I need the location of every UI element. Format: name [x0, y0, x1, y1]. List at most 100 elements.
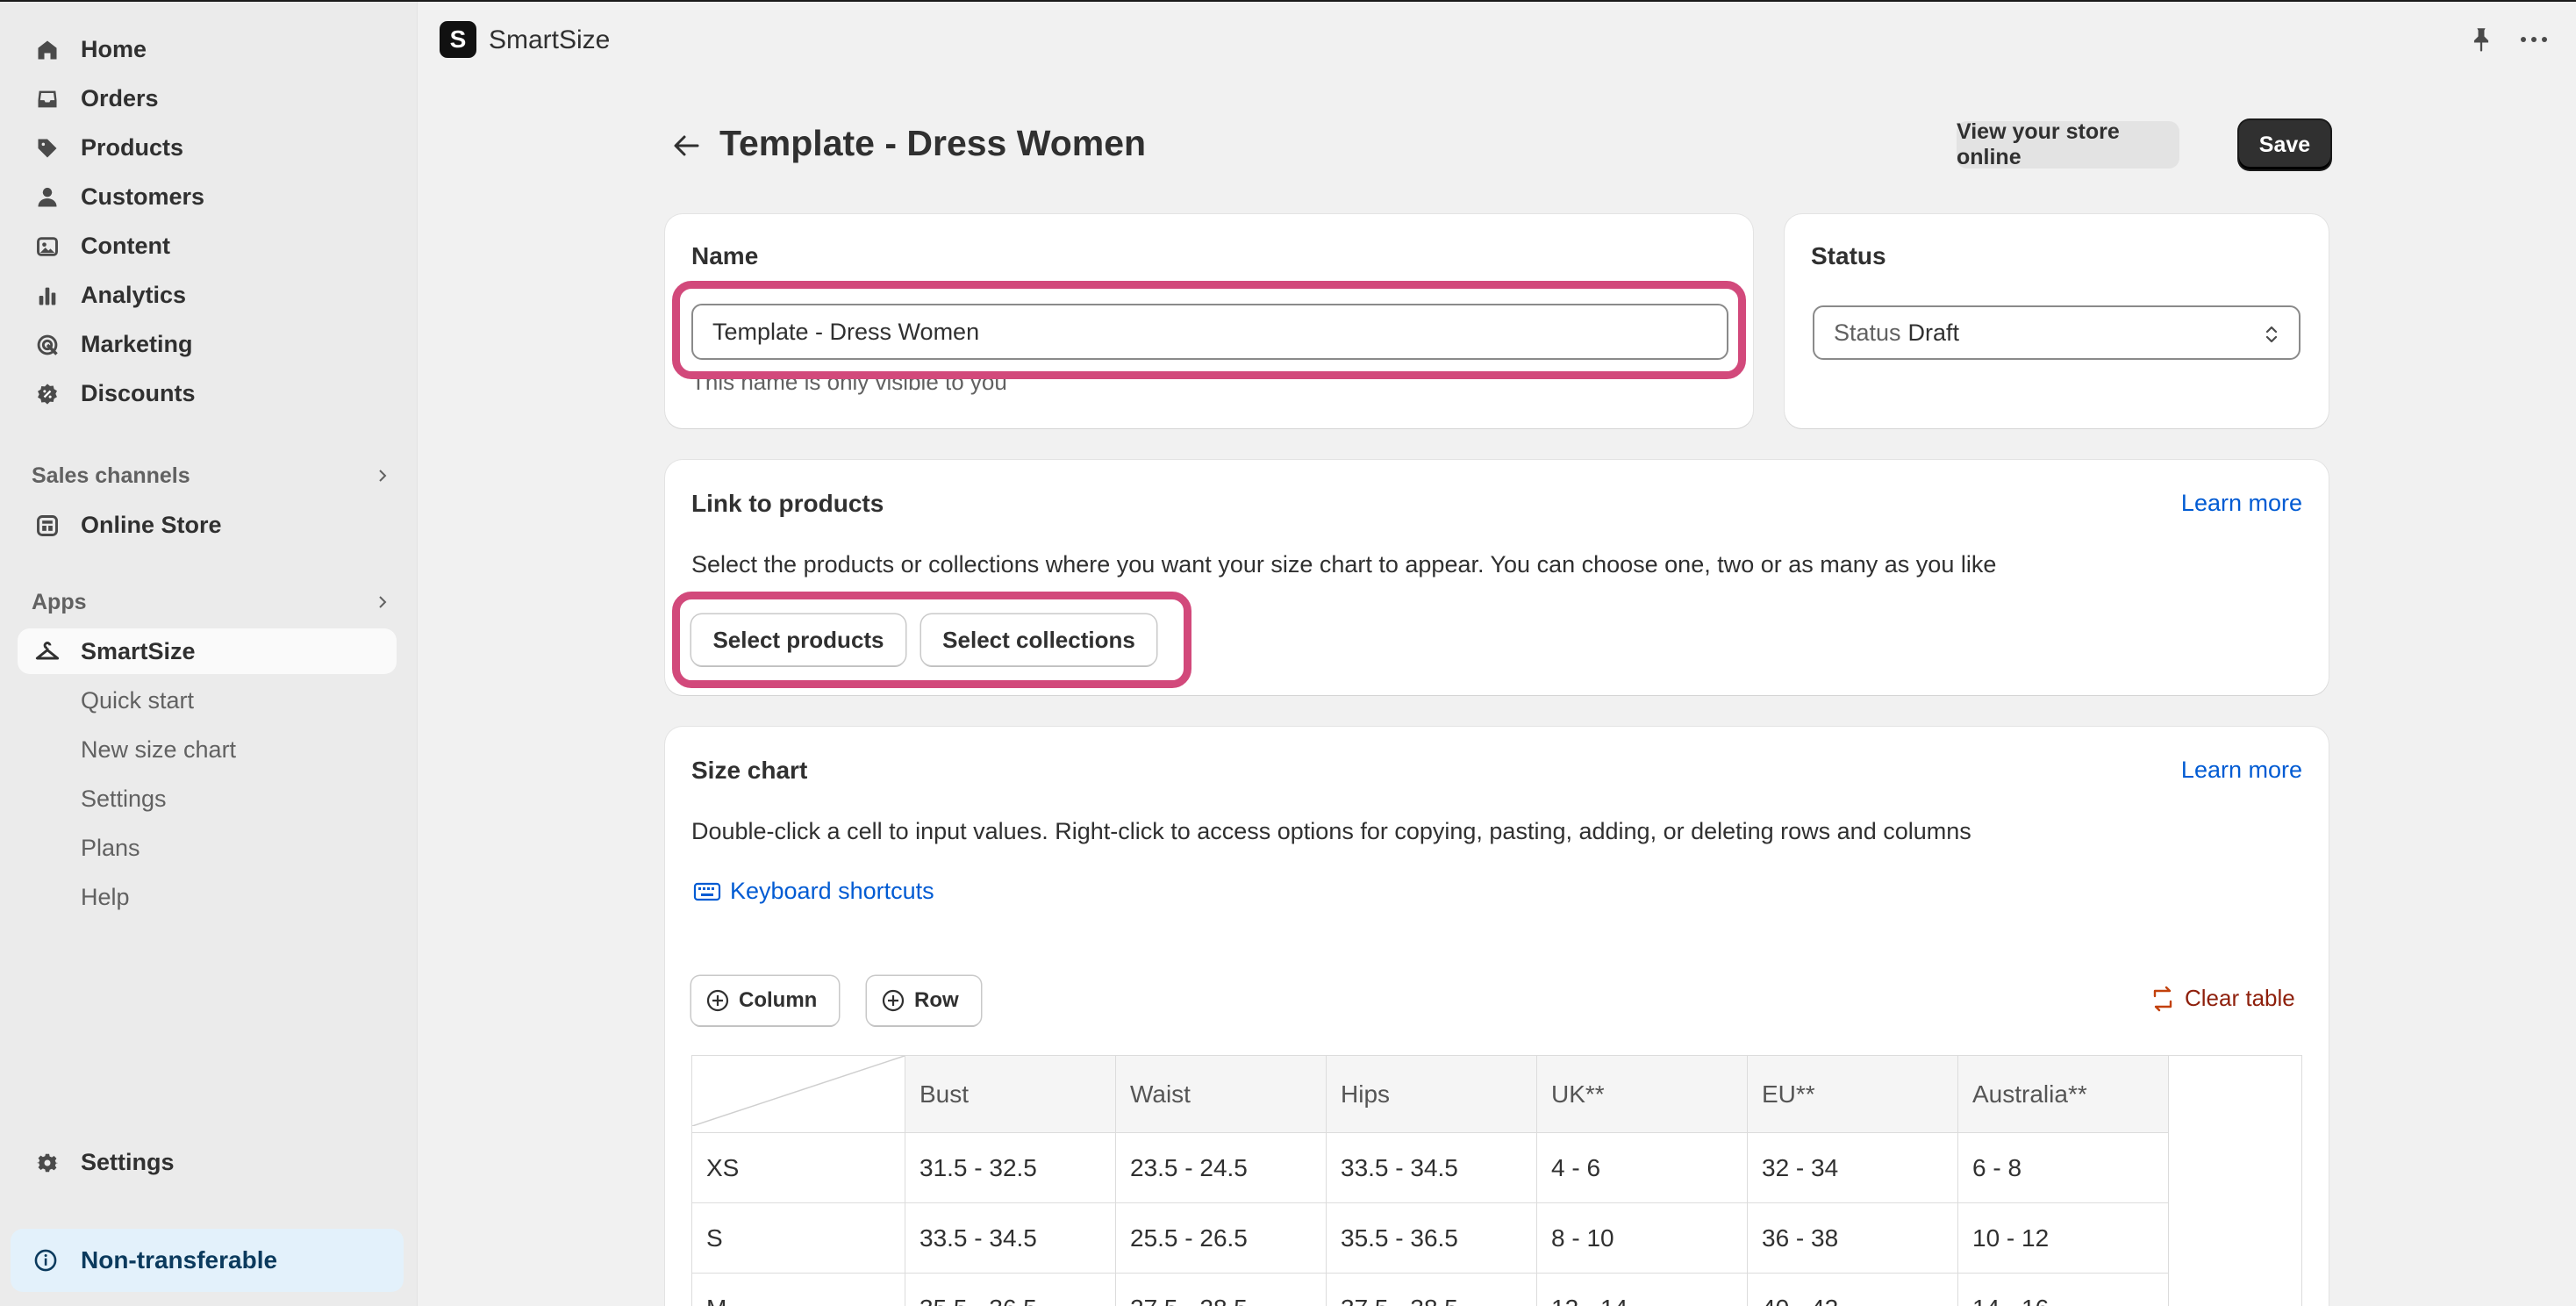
keyboard-shortcuts-link[interactable]: Keyboard shortcuts	[693, 878, 934, 905]
add-column-button[interactable]: Column	[691, 976, 839, 1025]
column-header[interactable]: Hips	[1326, 1055, 1537, 1133]
table-cell[interactable]: 35.5 - 36.5	[1326, 1202, 1537, 1274]
size-chart-description: Double-click a cell to input values. Rig…	[691, 818, 1971, 844]
sidebar-item-new-size-chart[interactable]: New size chart	[18, 727, 397, 772]
keyboard-shortcuts-label: Keyboard shortcuts	[730, 878, 934, 904]
table-cell[interactable]: 37.5 - 38.5	[1326, 1273, 1537, 1306]
apps-header[interactable]: Apps	[32, 585, 391, 620]
chevron-right-icon	[379, 596, 387, 608]
discount-icon	[38, 384, 57, 405]
table-cell[interactable]: 35.5 - 36.5	[905, 1273, 1116, 1306]
back-button[interactable]	[667, 128, 705, 163]
table-corner-cell	[691, 1055, 905, 1133]
sidebar-item-online-store[interactable]: Online Store	[18, 502, 397, 548]
non-transferable-label: Non-transferable	[81, 1246, 278, 1274]
keyboard-icon	[693, 882, 721, 901]
status-select[interactable]: Status Draft	[1813, 305, 2301, 360]
link-products-description: Select the products or collections where…	[691, 551, 1997, 578]
column-header[interactable]: Australia**	[1957, 1055, 2169, 1133]
size-chart-learn-more[interactable]: Learn more	[2181, 757, 2302, 784]
sidebar-item-discounts[interactable]: Discounts	[18, 370, 397, 416]
clear-table-button[interactable]: Clear table	[2150, 985, 2295, 1012]
status-card-title: Status	[1811, 242, 1886, 269]
sidebar-item-marketing[interactable]: Marketing	[18, 321, 397, 367]
table-cell[interactable]: 6 - 8	[1957, 1132, 2169, 1203]
chevron-up-down-icon	[2265, 326, 2278, 343]
table-cell[interactable]: 23.5 - 24.5	[1115, 1132, 1327, 1203]
size-chart-title: Size chart	[691, 757, 808, 784]
table-cell[interactable]: 40 - 42	[1747, 1273, 1958, 1306]
add-row-label: Row	[914, 988, 959, 1012]
add-row-button[interactable]: Row	[867, 976, 981, 1025]
row-header[interactable]: S	[691, 1202, 905, 1274]
link-products-title: Link to products	[691, 490, 884, 517]
sidebar-item-home[interactable]: Home	[18, 26, 397, 72]
sidebar-item-label: Settings	[81, 785, 167, 812]
table-cell[interactable]: 4 - 6	[1536, 1132, 1748, 1203]
sidebar-item-products[interactable]: Products	[18, 125, 397, 170]
sidebar-item-label: Products	[81, 133, 184, 161]
table-cell[interactable]: 25.5 - 26.5	[1115, 1202, 1327, 1274]
tag-icon	[38, 139, 57, 158]
status-select-prefix: Status	[1834, 319, 1901, 346]
sidebar-item-plans[interactable]: Plans	[18, 825, 397, 871]
table-cell[interactable]: 10 - 12	[1957, 1202, 2169, 1274]
column-header[interactable]: Waist	[1115, 1055, 1327, 1133]
table-cell[interactable]: 12 - 14	[1536, 1273, 1748, 1306]
page-title: Template - Dress Women	[719, 123, 1147, 163]
sidebar-item-app-settings[interactable]: Settings	[18, 776, 397, 822]
sidebar-item-content[interactable]: Content	[18, 223, 397, 269]
table-cell[interactable]: 36 - 38	[1747, 1202, 1958, 1274]
table-row: XS 31.5 - 32.5 23.5 - 24.5 33.5 - 34.5 4…	[691, 1132, 2169, 1203]
table-cell[interactable]: 33.5 - 34.5	[905, 1202, 1116, 1274]
save-button[interactable]: Save	[2239, 120, 2330, 169]
sidebar-item-settings[interactable]: Settings	[18, 1139, 397, 1185]
sidebar-item-label: Home	[81, 35, 147, 62]
more-options-icon[interactable]	[2518, 28, 2550, 51]
status-select-value: Draft	[1907, 319, 1960, 346]
sidebar-item-customers[interactable]: Customers	[18, 174, 397, 219]
size-chart-table: Bust Waist Hips UK** EU** Australia** XS…	[691, 1055, 2169, 1306]
table-cell[interactable]: 27.5 - 28.5	[1115, 1273, 1327, 1306]
app-logo: S	[440, 21, 476, 58]
sidebar-item-label: Content	[81, 232, 170, 259]
sidebar-item-orders[interactable]: Orders	[18, 75, 397, 121]
sidebar-item-help[interactable]: Help	[18, 874, 397, 920]
admin-sidebar: Home Orders Products Customers Content A…	[0, 2, 418, 1306]
link-products-learn-more[interactable]: Learn more	[2181, 490, 2302, 517]
table-cell[interactable]: 31.5 - 32.5	[905, 1132, 1116, 1203]
table-cell[interactable]: 8 - 10	[1536, 1202, 1748, 1274]
table-cell[interactable]: 32 - 34	[1747, 1132, 1958, 1203]
sidebar-item-quick-start[interactable]: Quick start	[18, 678, 397, 723]
sidebar-item-label: Help	[81, 883, 130, 910]
plus-circle-icon	[706, 989, 729, 1012]
sales-channels-label: Sales channels	[32, 463, 190, 488]
plus-circle-icon	[882, 989, 905, 1012]
column-header[interactable]: Bust	[905, 1055, 1116, 1133]
sidebar-item-label: Orders	[81, 84, 159, 111]
non-transferable-banner[interactable]: Non-transferable	[11, 1229, 404, 1292]
apps-label: Apps	[32, 589, 87, 614]
sales-channels-header[interactable]: Sales channels	[32, 458, 391, 493]
bar-chart-icon	[39, 287, 56, 305]
column-header[interactable]: UK**	[1536, 1055, 1748, 1133]
row-header[interactable]: XS	[691, 1132, 905, 1203]
inbox-icon	[38, 90, 57, 108]
sidebar-item-label: New size chart	[81, 736, 237, 763]
image-icon	[37, 237, 58, 256]
sidebar-item-analytics[interactable]: Analytics	[18, 272, 397, 318]
table-cell[interactable]: 14 - 16	[1957, 1273, 2169, 1306]
sidebar-item-label: SmartSize	[81, 637, 196, 664]
view-store-button[interactable]: View your store online	[1957, 119, 2179, 169]
pin-icon[interactable]	[2469, 26, 2494, 53]
row-header[interactable]: M	[691, 1273, 905, 1306]
column-header[interactable]: EU**	[1747, 1055, 1958, 1133]
sidebar-item-smartsize[interactable]: SmartSize	[18, 628, 397, 674]
chevron-right-icon	[379, 470, 387, 482]
app-name: SmartSize	[489, 25, 611, 54]
info-icon	[34, 1249, 57, 1272]
table-header-row: Bust Waist Hips UK** EU** Australia**	[691, 1055, 2169, 1133]
clear-table-label: Clear table	[2185, 985, 2295, 1011]
sidebar-item-label: Marketing	[81, 330, 193, 357]
table-cell[interactable]: 33.5 - 34.5	[1326, 1132, 1537, 1203]
